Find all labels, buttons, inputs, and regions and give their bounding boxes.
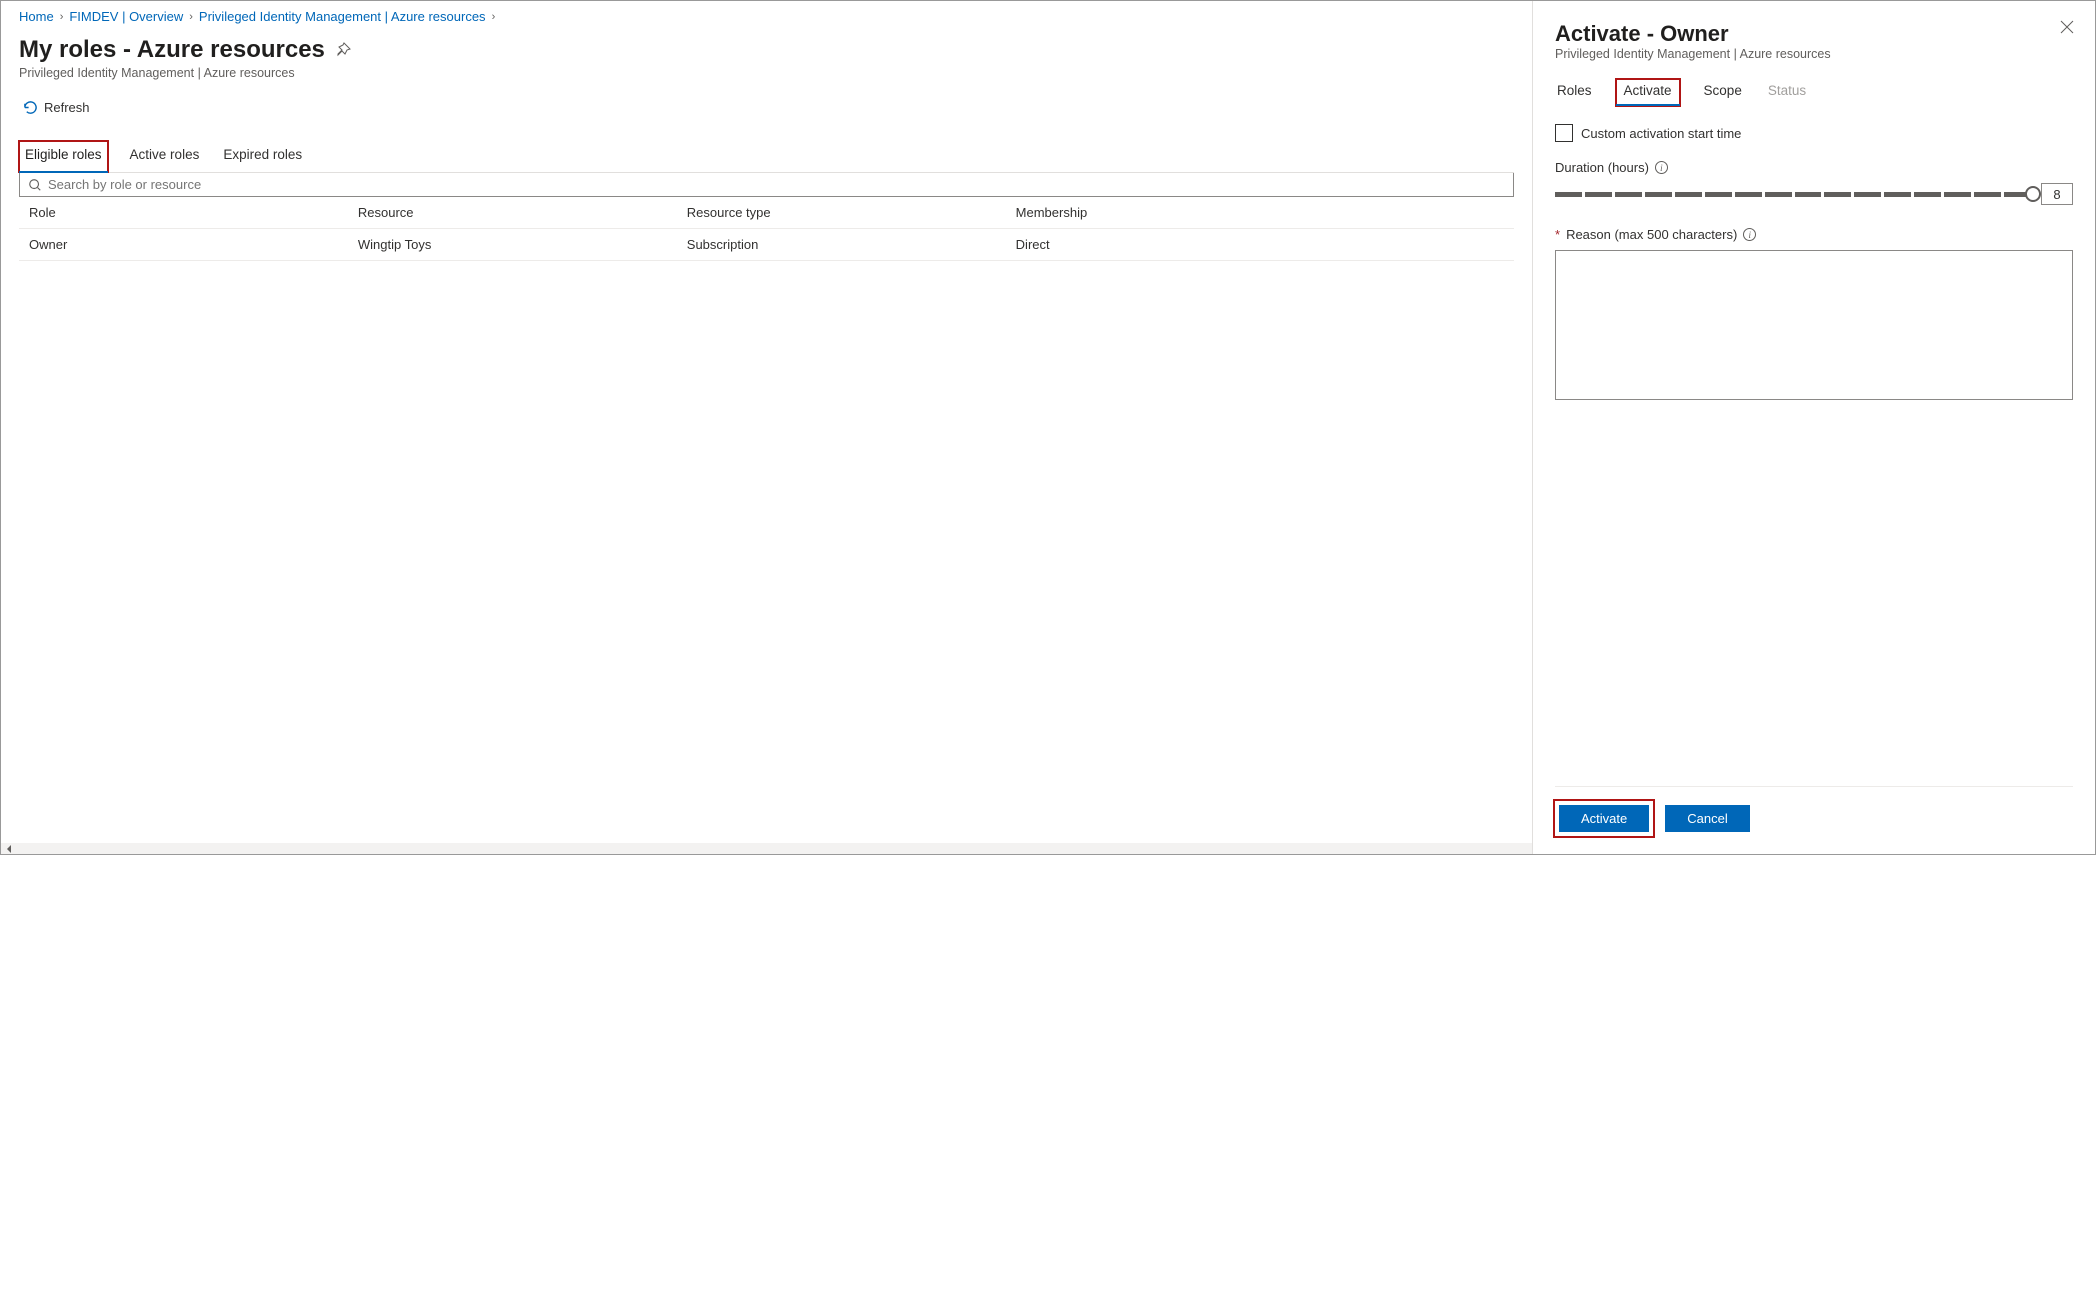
reason-textarea[interactable] [1555, 250, 2073, 400]
close-icon[interactable] [2059, 19, 2075, 35]
activate-button[interactable]: Activate [1559, 805, 1649, 832]
reason-label: Reason (max 500 characters) [1566, 227, 1737, 242]
chevron-right-icon: › [189, 11, 193, 23]
page-subtitle: Privileged Identity Management | Azure r… [19, 66, 1514, 80]
info-icon[interactable]: i [1655, 161, 1668, 174]
panel-tab-status: Status [1766, 79, 1808, 106]
breadcrumb-pim[interactable]: Privileged Identity Management | Azure r… [199, 9, 486, 24]
panel-subtitle: Privileged Identity Management | Azure r… [1555, 47, 2073, 61]
refresh-button[interactable]: Refresh [19, 98, 94, 117]
chevron-right-icon: › [60, 11, 64, 23]
tab-eligible-roles[interactable]: Eligible roles [19, 141, 108, 172]
activate-button-highlight: Activate [1555, 801, 1653, 836]
tab-active-roles[interactable]: Active roles [128, 141, 202, 172]
panel-title: Activate - Owner [1555, 21, 2073, 47]
custom-start-checkbox[interactable] [1555, 124, 1573, 142]
chevron-right-icon: › [492, 11, 496, 23]
page-title: My roles - Azure resources [19, 36, 325, 64]
custom-start-label: Custom activation start time [1581, 126, 1741, 141]
panel-tabs: Roles Activate Scope Status [1555, 79, 2073, 106]
cell-role: Owner [19, 229, 348, 261]
panel-tab-activate[interactable]: Activate [1616, 79, 1680, 106]
breadcrumb: Home › FIMDEV | Overview › Privileged Id… [19, 9, 1514, 24]
search-input[interactable] [48, 177, 1505, 192]
tab-expired-roles[interactable]: Expired roles [221, 141, 304, 172]
col-role[interactable]: Role [19, 197, 348, 229]
duration-value[interactable]: 8 [2041, 183, 2073, 205]
pin-icon[interactable] [335, 42, 351, 58]
cell-membership: Direct [1006, 229, 1514, 261]
roles-table: Role Resource Resource type Membership O… [19, 197, 1514, 261]
cell-resource: Wingtip Toys [348, 229, 677, 261]
cancel-button[interactable]: Cancel [1665, 805, 1749, 832]
col-resource[interactable]: Resource [348, 197, 677, 229]
slider-thumb[interactable] [2025, 186, 2041, 202]
cell-resource-type: Subscription [677, 229, 1006, 261]
table-row[interactable]: Owner Wingtip Toys Subscription Direct [19, 229, 1514, 261]
required-asterisk: * [1555, 227, 1560, 242]
search-icon [28, 178, 42, 192]
panel-tab-scope[interactable]: Scope [1702, 79, 1744, 106]
main-tabs: Eligible roles Active roles Expired role… [19, 141, 1514, 173]
search-bar[interactable] [19, 173, 1514, 197]
duration-slider[interactable] [1555, 192, 2031, 197]
col-resource-type[interactable]: Resource type [677, 197, 1006, 229]
activate-panel: Activate - Owner Privileged Identity Man… [1532, 1, 2095, 854]
col-membership[interactable]: Membership [1006, 197, 1514, 229]
refresh-label: Refresh [44, 100, 90, 115]
panel-tab-roles[interactable]: Roles [1555, 79, 1594, 106]
info-icon[interactable]: i [1743, 228, 1756, 241]
breadcrumb-fimdev[interactable]: FIMDEV | Overview [69, 9, 183, 24]
table-header-row: Role Resource Resource type Membership [19, 197, 1514, 229]
breadcrumb-home[interactable]: Home [19, 9, 54, 24]
refresh-icon [23, 100, 38, 115]
duration-label: Duration (hours) [1555, 160, 1649, 175]
horizontal-scrollbar[interactable] [1, 843, 1532, 854]
